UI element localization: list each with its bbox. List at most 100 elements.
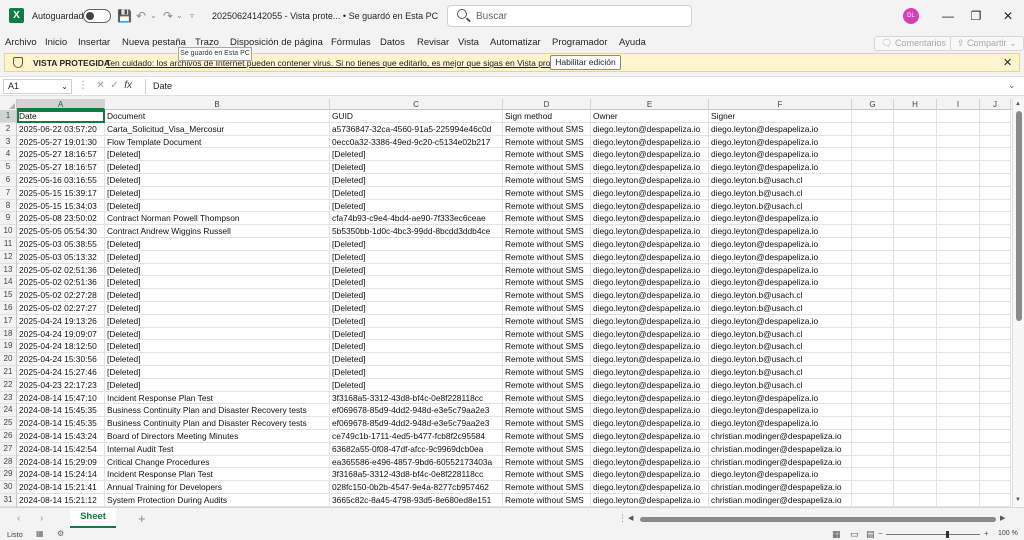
cell-b7[interactable]: [Deleted] <box>105 186 330 200</box>
cell-e15[interactable]: diego.leyton@despapeliza.io <box>591 289 709 302</box>
cell-b11[interactable]: [Deleted] <box>105 238 330 251</box>
cell-f15[interactable]: diego.leyton.b@usach.cl <box>709 289 852 302</box>
cell-h13[interactable] <box>894 263 937 277</box>
cell-d6[interactable]: Remote without SMS <box>503 174 591 187</box>
cell-e4[interactable]: diego.leyton@despapeliza.io <box>591 148 709 162</box>
cell-i1[interactable] <box>937 110 980 123</box>
column-header-g[interactable]: G <box>852 99 894 110</box>
cell-g10[interactable] <box>852 225 894 238</box>
cell-d7[interactable]: Remote without SMS <box>503 186 591 200</box>
cell-e19[interactable]: diego.leyton@despapeliza.io <box>591 340 709 354</box>
cell-g1[interactable] <box>852 110 894 123</box>
tab-datos[interactable]: Datos <box>380 37 405 48</box>
cell-a18[interactable]: 2025-04-24 19:09:07 <box>17 327 105 341</box>
cell-f2[interactable]: diego.leyton@despapeliza.io <box>709 122 852 136</box>
cell-e8[interactable]: diego.leyton@despapeliza.io <box>591 199 709 213</box>
prev-sheet-icon[interactable]: ‹ <box>17 513 20 524</box>
normal-view-icon[interactable]: ▦ <box>832 529 841 540</box>
cell-f27[interactable]: christian.modinger@despapeliza.io <box>709 442 852 456</box>
cell-i11[interactable] <box>937 238 980 251</box>
cell-a21[interactable]: 2025-04-24 15:27:46 <box>17 366 105 379</box>
cell-e30[interactable]: diego.leyton@despapeliza.io <box>591 481 709 494</box>
cell-a12[interactable]: 2025-05-03 05:13:32 <box>17 250 105 264</box>
cell-h30[interactable] <box>894 481 937 494</box>
cell-d24[interactable]: Remote without SMS <box>503 404 591 418</box>
cell-a15[interactable]: 2025-05-02 02:27:28 <box>17 289 105 302</box>
cell-g30[interactable] <box>852 481 894 494</box>
cell-i9[interactable] <box>937 212 980 226</box>
cell-h9[interactable] <box>894 212 937 226</box>
cell-i30[interactable] <box>937 481 980 494</box>
cell-b29[interactable]: Incident Response Plan Test <box>105 468 330 482</box>
cell-e17[interactable]: diego.leyton@despapeliza.io <box>591 314 709 328</box>
cell-c23[interactable]: 3f3168a5-3312-43d8-bf4c-0e8f228118cc <box>330 391 503 405</box>
cell-g23[interactable] <box>852 391 894 405</box>
cell-g8[interactable] <box>852 199 894 213</box>
cell-d17[interactable]: Remote without SMS <box>503 314 591 328</box>
cancel-icon[interactable]: ✕ <box>96 80 104 91</box>
cell-g26[interactable] <box>852 430 894 443</box>
cell-f21[interactable]: diego.leyton.b@usach.cl <box>709 366 852 379</box>
cell-h16[interactable] <box>894 302 937 315</box>
cell-e23[interactable]: diego.leyton@despapeliza.io <box>591 391 709 405</box>
cell-g13[interactable] <box>852 263 894 277</box>
cell-a29[interactable]: 2024-08-14 15:24:14 <box>17 468 105 482</box>
cell-h24[interactable] <box>894 404 937 418</box>
column-header-c[interactable]: C <box>330 99 503 110</box>
cell-c7[interactable]: [Deleted] <box>330 186 503 200</box>
cell-e20[interactable]: diego.leyton@despapeliza.io <box>591 353 709 366</box>
cell-f16[interactable]: diego.leyton.b@usach.cl <box>709 302 852 315</box>
cell-g28[interactable] <box>852 455 894 469</box>
row-header[interactable]: 10 <box>0 225 17 238</box>
select-all-corner[interactable] <box>0 99 17 110</box>
cell-h17[interactable] <box>894 314 937 328</box>
zoom-knob[interactable] <box>946 531 949 538</box>
cell-g27[interactable] <box>852 442 894 456</box>
cell-d2[interactable]: Remote without SMS <box>503 122 591 136</box>
cell-j13[interactable] <box>980 263 1011 277</box>
cell-e28[interactable]: diego.leyton@despapeliza.io <box>591 455 709 469</box>
row-header[interactable]: 5 <box>0 161 17 174</box>
cell-f6[interactable]: diego.leyton.b@usach.cl <box>709 174 852 187</box>
cell-f3[interactable]: diego.leyton@despapeliza.io <box>709 135 852 149</box>
cell-b14[interactable]: [Deleted] <box>105 276 330 290</box>
tab-inicio[interactable]: Inicio <box>45 37 67 48</box>
cell-j30[interactable] <box>980 481 1011 494</box>
cell-b31[interactable]: System Protection During Audits <box>105 494 330 507</box>
cell-i24[interactable] <box>937 404 980 418</box>
cell-i4[interactable] <box>937 148 980 162</box>
zoom-level[interactable]: 100 % <box>998 530 1018 537</box>
cell-d30[interactable]: Remote without SMS <box>503 481 591 494</box>
accessibility-icon[interactable]: ⚙ <box>57 529 64 538</box>
cell-a24[interactable]: 2024-08-14 15:45:35 <box>17 404 105 418</box>
cell-j8[interactable] <box>980 199 1011 213</box>
cell-b19[interactable]: [Deleted] <box>105 340 330 354</box>
cell-b12[interactable]: [Deleted] <box>105 250 330 264</box>
protected-view-message[interactable]: Ten cuidado: los archivos de Internet pu… <box>106 58 576 68</box>
cell-j31[interactable] <box>980 494 1011 507</box>
cell-a4[interactable]: 2025-05-27 18:16:57 <box>17 148 105 162</box>
more-icon[interactable]: ⋮ <box>78 80 88 91</box>
cell-i5[interactable] <box>937 161 980 174</box>
cell-j12[interactable] <box>980 250 1011 264</box>
sheet-stats-icon[interactable]: ▦ <box>36 529 44 538</box>
cell-e29[interactable]: diego.leyton@despapeliza.io <box>591 468 709 482</box>
cell-c29[interactable]: 3f3168a5-3312-43d8-bf4c-0e8f228118cc <box>330 468 503 482</box>
zoom-slider[interactable] <box>886 534 980 535</box>
cell-b8[interactable]: [Deleted] <box>105 199 330 213</box>
cell-a8[interactable]: 2025-05-15 15:34:03 <box>17 199 105 213</box>
cell-c5[interactable]: [Deleted] <box>330 161 503 174</box>
cell-b9[interactable]: Contract Norman Powell Thompson <box>105 212 330 226</box>
cell-j15[interactable] <box>980 289 1011 302</box>
cell-e3[interactable]: diego.leyton@despapeliza.io <box>591 135 709 149</box>
cell-j21[interactable] <box>980 366 1011 379</box>
cell-g24[interactable] <box>852 404 894 418</box>
scroll-thumb[interactable] <box>640 517 996 522</box>
cell-i21[interactable] <box>937 366 980 379</box>
cell-c31[interactable]: 3665c82c-8a45-4798-93d5-8e680ed8e151 <box>330 494 503 507</box>
cell-e26[interactable]: diego.leyton@despapeliza.io <box>591 430 709 443</box>
scroll-thumb[interactable] <box>1016 111 1022 321</box>
cell-j25[interactable] <box>980 417 1011 430</box>
row-header[interactable]: 15 <box>0 289 17 302</box>
cell-c22[interactable]: [Deleted] <box>330 378 503 392</box>
